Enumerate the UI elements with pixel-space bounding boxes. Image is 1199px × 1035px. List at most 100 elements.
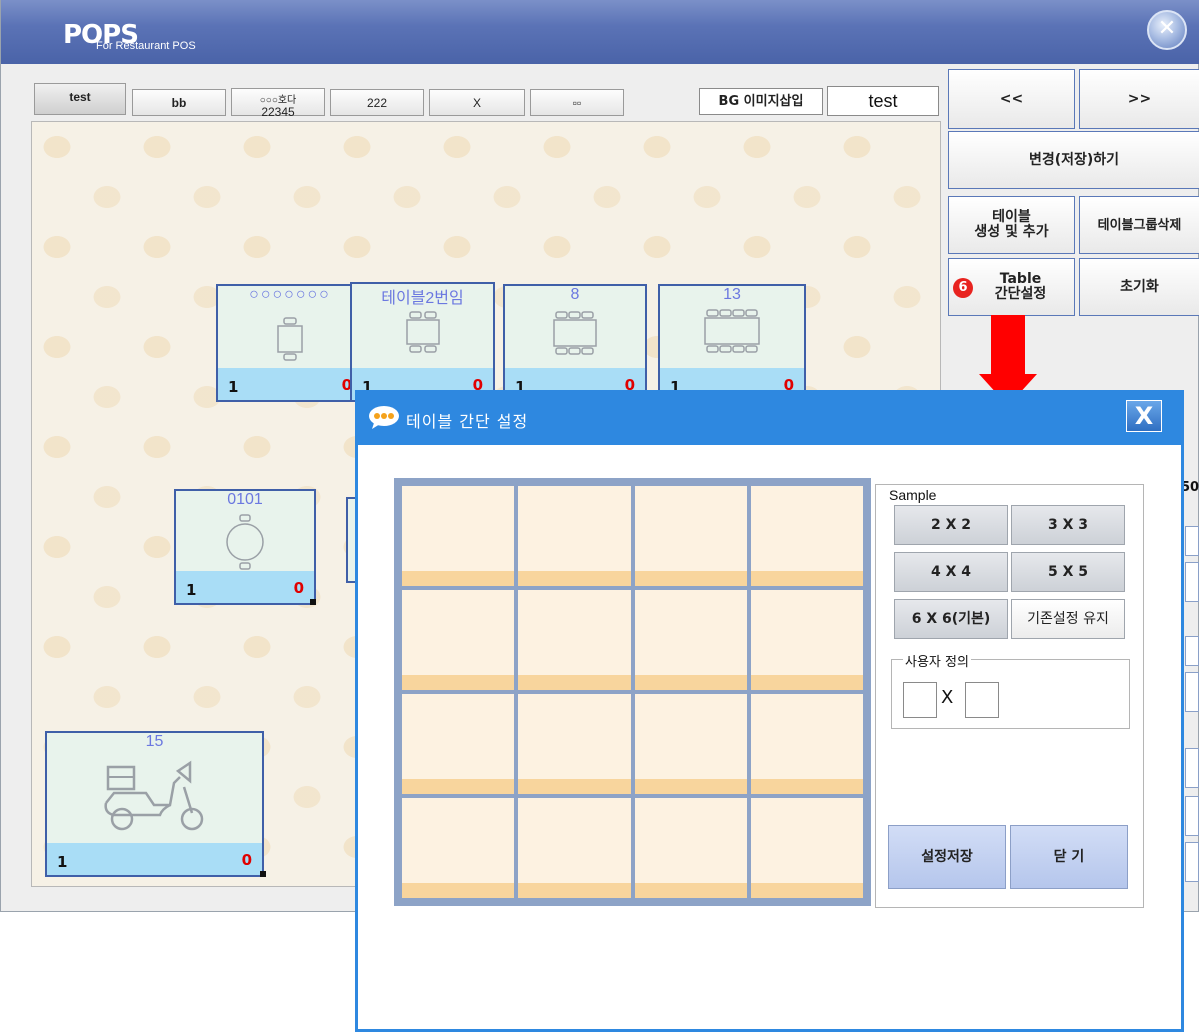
resize-handle[interactable] xyxy=(260,871,266,877)
tab-group-2[interactable]: bb xyxy=(132,89,226,116)
grid-cell xyxy=(402,798,515,898)
side-field[interactable] xyxy=(1185,748,1199,788)
grid-cell-band xyxy=(634,779,747,794)
next-page-button[interactable]: >> xyxy=(1079,69,1199,129)
grid-cell-band xyxy=(518,883,631,898)
delete-table-group-button[interactable]: 테이블그룹삭제 xyxy=(1079,196,1199,254)
grid-cell-band xyxy=(634,571,747,586)
side-field[interactable] xyxy=(1185,672,1199,712)
tab-label: 222 xyxy=(366,96,388,110)
bg-image-insert-button[interactable]: BG 이미지삽입 xyxy=(699,88,823,115)
sample-5x5-button[interactable]: 5 X 5 xyxy=(1011,552,1125,592)
grid-cell xyxy=(402,694,515,794)
grid-cell-band xyxy=(518,779,631,794)
grid-cell xyxy=(634,590,747,690)
tab-group-1[interactable]: test xyxy=(34,83,126,115)
grid-cell-band xyxy=(518,675,631,690)
grid-cell xyxy=(518,798,631,898)
delivery-scooter-icon xyxy=(103,760,203,831)
tab-label: ▫▫ xyxy=(572,96,582,110)
table-name: 8 xyxy=(570,286,580,303)
sample-4x4-button[interactable]: 4 X 4 xyxy=(894,552,1008,592)
tab-group-5[interactable]: X xyxy=(429,89,525,116)
four-seat-table-icon xyxy=(405,311,440,353)
tab-label-line2: 22345 xyxy=(261,105,295,119)
reset-button[interactable]: 초기화 xyxy=(1079,258,1199,316)
table-card[interactable]: 0101 1 0 xyxy=(174,489,316,605)
eight-seat-table-icon xyxy=(704,309,760,353)
prev-page-button[interactable]: << xyxy=(948,69,1075,129)
sample-legend: Sample xyxy=(887,487,939,503)
table-name: 13 xyxy=(723,286,741,303)
grid-cell xyxy=(634,486,747,586)
table-simple-setup-dialog: 테이블 간단 설정 X Sample 2 X 2 3 X 3 4 X 4 5 X… xyxy=(355,390,1184,1032)
table-simple-setup-button[interactable]: 6 Table 간단설정 xyxy=(948,258,1075,316)
tab-group-4[interactable]: 222 xyxy=(330,89,424,116)
side-field[interactable] xyxy=(1185,636,1199,666)
table-setup-label: Table 간단설정 xyxy=(995,272,1047,302)
grid-cell xyxy=(518,486,631,586)
tab-group-6[interactable]: ▫▫ xyxy=(530,89,624,116)
side-field[interactable] xyxy=(1185,526,1199,556)
six-seat-table-icon xyxy=(553,311,597,355)
side-field[interactable] xyxy=(1185,796,1199,836)
table-grid-preview xyxy=(394,478,871,906)
table-card[interactable]: 15 1 0 xyxy=(45,731,264,877)
table-name: 15 xyxy=(145,733,164,750)
table-setup-label-2: 간단설정 xyxy=(994,286,1047,302)
grid-cell-band xyxy=(634,883,747,898)
grid-cell-band xyxy=(750,779,863,794)
close-icon[interactable]: X xyxy=(1126,400,1162,432)
grid-cell-band xyxy=(402,571,515,586)
grid-cell xyxy=(750,486,863,586)
table-guest-count: 1 xyxy=(228,378,239,396)
table-footer xyxy=(218,368,362,400)
grid-cell xyxy=(750,798,863,898)
grid-cell-band xyxy=(518,571,631,586)
grid-cell xyxy=(402,486,515,586)
close-dialog-button[interactable]: 닫 기 xyxy=(1010,825,1128,889)
table-card[interactable]: 8 1 0 xyxy=(503,284,647,402)
keep-existing-button[interactable]: 기존설정 유지 xyxy=(1011,599,1125,639)
grid-cell xyxy=(750,590,863,690)
user-cols-field[interactable] xyxy=(965,682,999,718)
arrow-shaft xyxy=(991,315,1025,377)
two-seat-table-icon xyxy=(277,317,303,361)
table-card[interactable]: 테이블2번임 1 0 xyxy=(350,282,495,402)
grid-cell xyxy=(518,590,631,690)
save-settings-button[interactable]: 설정저장 xyxy=(888,825,1006,889)
table-name: 테이블2번임 xyxy=(381,290,464,307)
side-field[interactable] xyxy=(1185,842,1199,882)
bg-name-field[interactable]: test xyxy=(827,86,939,116)
sample-3x3-button[interactable]: 3 X 3 xyxy=(1011,505,1125,545)
table-order-count: 0 xyxy=(293,579,304,597)
create-table-button[interactable]: 테이블 생성 및 추가 xyxy=(948,196,1075,254)
tab-label: bb xyxy=(171,96,187,110)
sample-6x6-default-button[interactable]: 6 X 6(기본) xyxy=(894,599,1008,639)
grid-cell xyxy=(634,694,747,794)
create-table-label-1: 테이블 xyxy=(992,209,1031,225)
save-changes-button[interactable]: 변경(저장)하기 xyxy=(948,131,1199,189)
user-rows-field[interactable] xyxy=(903,682,937,718)
side-field[interactable] xyxy=(1185,562,1199,602)
table-card[interactable]: 13 1 0 xyxy=(658,284,806,402)
grid-cell xyxy=(518,694,631,794)
tab-group-3[interactable]: ○○○호다 22345 xyxy=(231,88,325,119)
table-guest-count: 1 xyxy=(186,581,197,599)
create-table-label-2: 생성 및 추가 xyxy=(974,224,1049,240)
round-table-icon xyxy=(226,514,264,570)
grid-cell-band xyxy=(402,883,515,898)
user-x-label: X xyxy=(941,687,954,708)
grid-cell-band xyxy=(402,675,515,690)
dialog-title: 테이블 간단 설정 xyxy=(406,412,529,431)
table-name: 0101 xyxy=(227,491,263,508)
close-icon[interactable]: ✕ xyxy=(1147,10,1187,50)
step-badge: 6 xyxy=(953,278,973,298)
grid-cell-band xyxy=(634,675,747,690)
grid-cell-band xyxy=(750,883,863,898)
table-order-count: 0 xyxy=(241,851,252,869)
table-card[interactable]: ○○○○○○○ 1 0 xyxy=(216,284,364,402)
resize-handle[interactable] xyxy=(310,599,316,605)
sample-2x2-button[interactable]: 2 X 2 xyxy=(894,505,1008,545)
tab-label: test xyxy=(69,90,91,104)
